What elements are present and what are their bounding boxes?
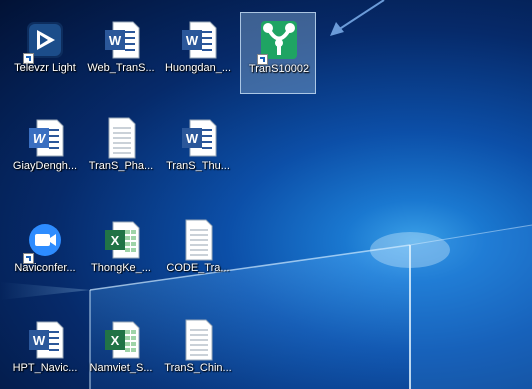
svg-text:X: X: [111, 333, 120, 348]
televzr-app-icon: [23, 18, 65, 64]
icon-label: Web_TranS...: [87, 62, 155, 74]
svg-text:W: W: [33, 333, 46, 348]
svg-text:W: W: [109, 33, 122, 48]
video-conference-app-icon: [23, 218, 65, 264]
desktop-icon-huongdan[interactable]: W Huongdan_...: [160, 12, 236, 94]
desktop-icon-giaydengh[interactable]: W GiayDengh...: [7, 110, 83, 192]
text-document-icon: [101, 116, 141, 160]
word-document-icon: W: [25, 116, 65, 160]
excel-spreadsheet-icon: X: [101, 218, 141, 262]
word-document-icon: W: [178, 18, 218, 62]
icon-label: HPT_Navic...: [12, 362, 78, 374]
desktop-icon-trans-pha[interactable]: TranS_Pha...: [83, 110, 159, 192]
svg-text:X: X: [111, 233, 120, 248]
desktop-icon-naviconfer[interactable]: Naviconfer...: [7, 212, 83, 294]
icon-label: Naviconfer...: [14, 262, 76, 274]
desktop-icon-web-trans[interactable]: W Web_TranS...: [83, 12, 159, 94]
desktop-icon-trans-chin[interactable]: TranS_Chin...: [160, 312, 236, 389]
desktop-icon-trans-thu[interactable]: W TranS_Thu...: [160, 110, 236, 192]
annotation-arrow: [330, 0, 385, 36]
svg-text:W: W: [186, 131, 199, 146]
desktop-icon-namviet[interactable]: X Namviet_S...: [83, 312, 159, 389]
icon-label: TranS_Thu...: [166, 160, 230, 172]
icon-label: Huongdan_...: [164, 62, 232, 74]
desktop-icon-code-tra[interactable]: CODE_Tra...: [160, 212, 236, 294]
svg-text:W: W: [186, 33, 199, 48]
icon-label: TranS_Pha...: [88, 160, 154, 172]
word-document-icon: W: [101, 18, 141, 62]
trans-app-icon: [257, 19, 299, 65]
word-document-icon: W: [25, 318, 65, 362]
desktop-icon-trans10002[interactable]: TranS10002: [240, 12, 316, 94]
text-document-icon: [178, 318, 218, 362]
desktop-icon-thongke[interactable]: X ThongKe_...: [83, 212, 159, 294]
icon-label: TranS10002: [248, 63, 310, 75]
text-document-icon: [178, 218, 218, 262]
icon-label: GiayDengh...: [12, 160, 78, 172]
desktop-icon-televzr-light[interactable]: Televzr Light: [7, 12, 83, 94]
icon-label: CODE_Tra...: [166, 262, 230, 274]
icon-label: Namviet_S...: [89, 362, 153, 374]
svg-text:W: W: [33, 131, 47, 146]
icon-label: Televzr Light: [14, 62, 76, 74]
icon-label: ThongKe_...: [91, 262, 151, 274]
excel-spreadsheet-icon: X: [101, 318, 141, 362]
desktop-icon-hpt-navic[interactable]: W HPT_Navic...: [7, 312, 83, 389]
word-document-icon: W: [178, 116, 218, 160]
desktop-background[interactable]: Televzr Light W Web_TranS... W Huongdan_…: [0, 0, 532, 389]
icon-label: TranS_Chin...: [164, 362, 232, 374]
